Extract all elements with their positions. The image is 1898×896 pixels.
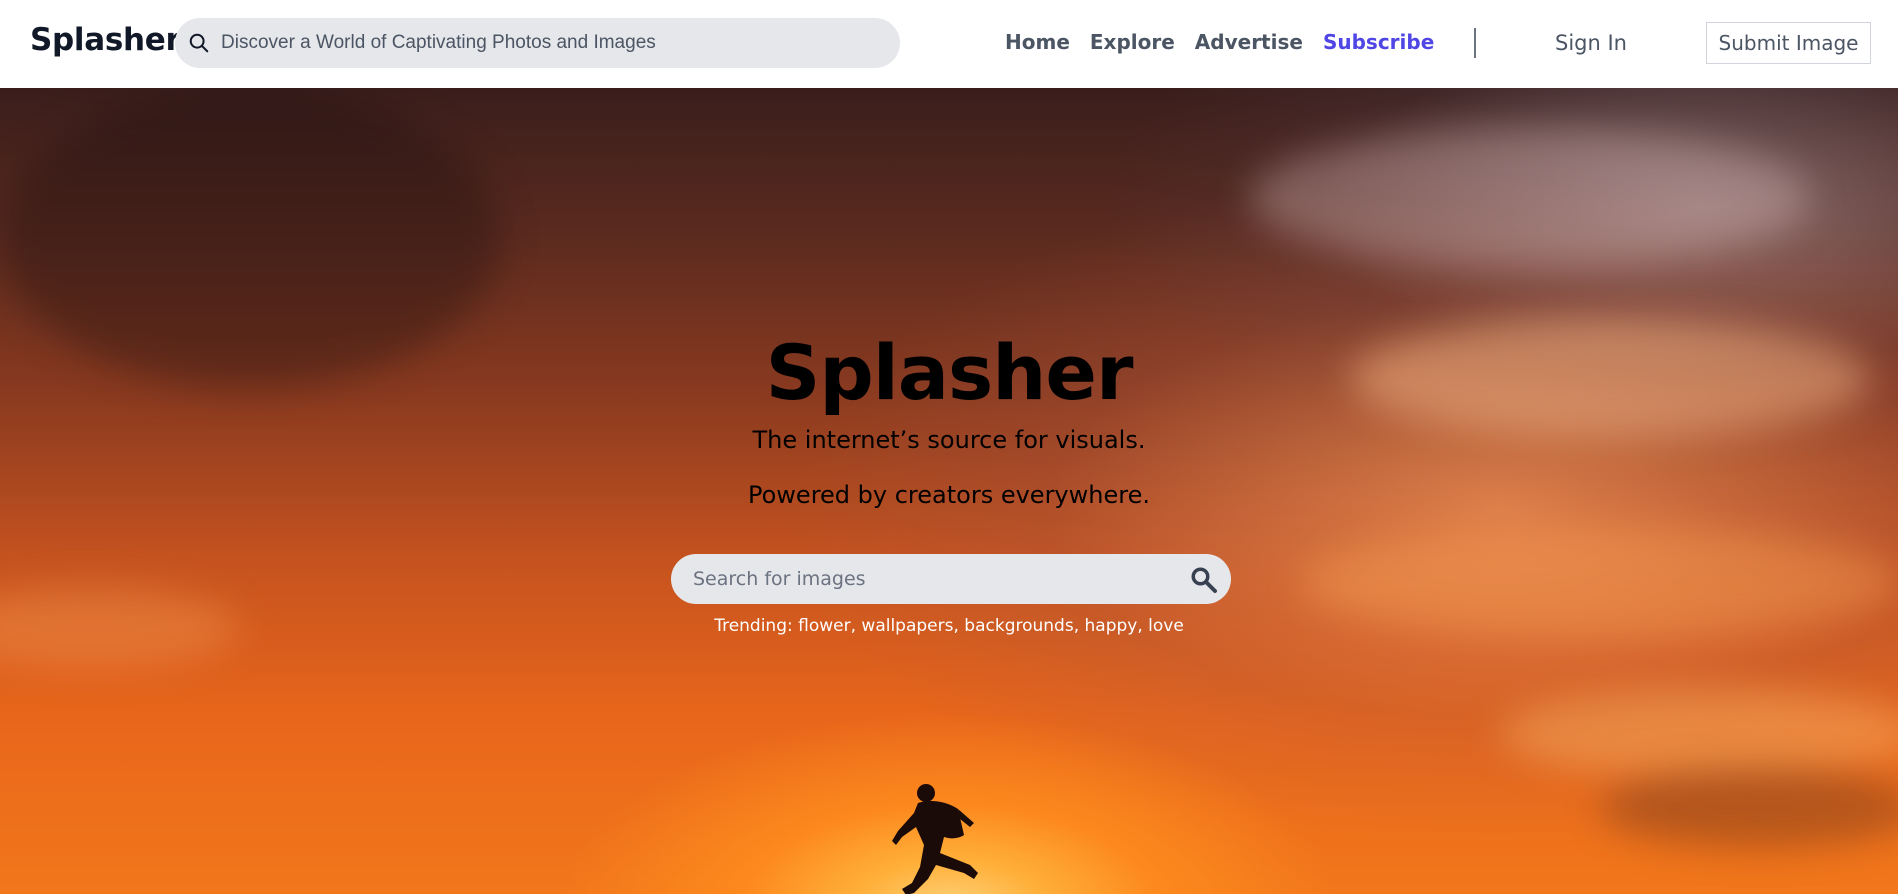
search-icon[interactable] xyxy=(185,29,213,57)
submit-image-button[interactable]: Submit Image xyxy=(1706,22,1871,64)
hero-search-input[interactable] xyxy=(691,567,1161,591)
cloud-shape xyxy=(1250,128,1810,268)
header-search-bar[interactable] xyxy=(175,18,900,68)
trending-label: Trending: xyxy=(714,616,793,636)
hero-subtitle-line-2: Powered by creators everywhere. xyxy=(748,481,1150,509)
hero-subtitle-line-1: The internet’s source for visuals. xyxy=(752,426,1146,454)
hero-title: Splasher xyxy=(765,328,1134,417)
hero-search-bar[interactable] xyxy=(671,554,1231,604)
trending-tags: Trending: flower, wallpapers, background… xyxy=(0,616,1898,636)
nav-explore-link[interactable]: Explore xyxy=(1090,30,1175,54)
nav-divider xyxy=(1474,28,1476,58)
hero-banner: Splasher The internet’s source for visua… xyxy=(0,88,1898,894)
trending-items[interactable]: flower, wallpapers, backgrounds, happy, … xyxy=(798,616,1184,636)
site-logo[interactable]: Splasher xyxy=(30,22,181,58)
search-icon[interactable] xyxy=(1187,563,1219,595)
nav-subscribe-link[interactable]: Subscribe xyxy=(1323,30,1434,54)
cloud-shape xyxy=(1500,688,1898,778)
main-nav: Home Explore Advertise Subscribe xyxy=(1005,30,1434,54)
nav-home-link[interactable]: Home xyxy=(1005,30,1070,54)
sign-in-link[interactable]: Sign In xyxy=(1555,31,1627,55)
top-navbar: Splasher Home Explore Advertise Subscrib… xyxy=(0,0,1898,88)
header-search-input[interactable] xyxy=(213,31,873,55)
cloud-shape xyxy=(1600,768,1898,848)
jumping-person-silhouette xyxy=(892,784,978,894)
nav-advertise-link[interactable]: Advertise xyxy=(1195,30,1303,54)
